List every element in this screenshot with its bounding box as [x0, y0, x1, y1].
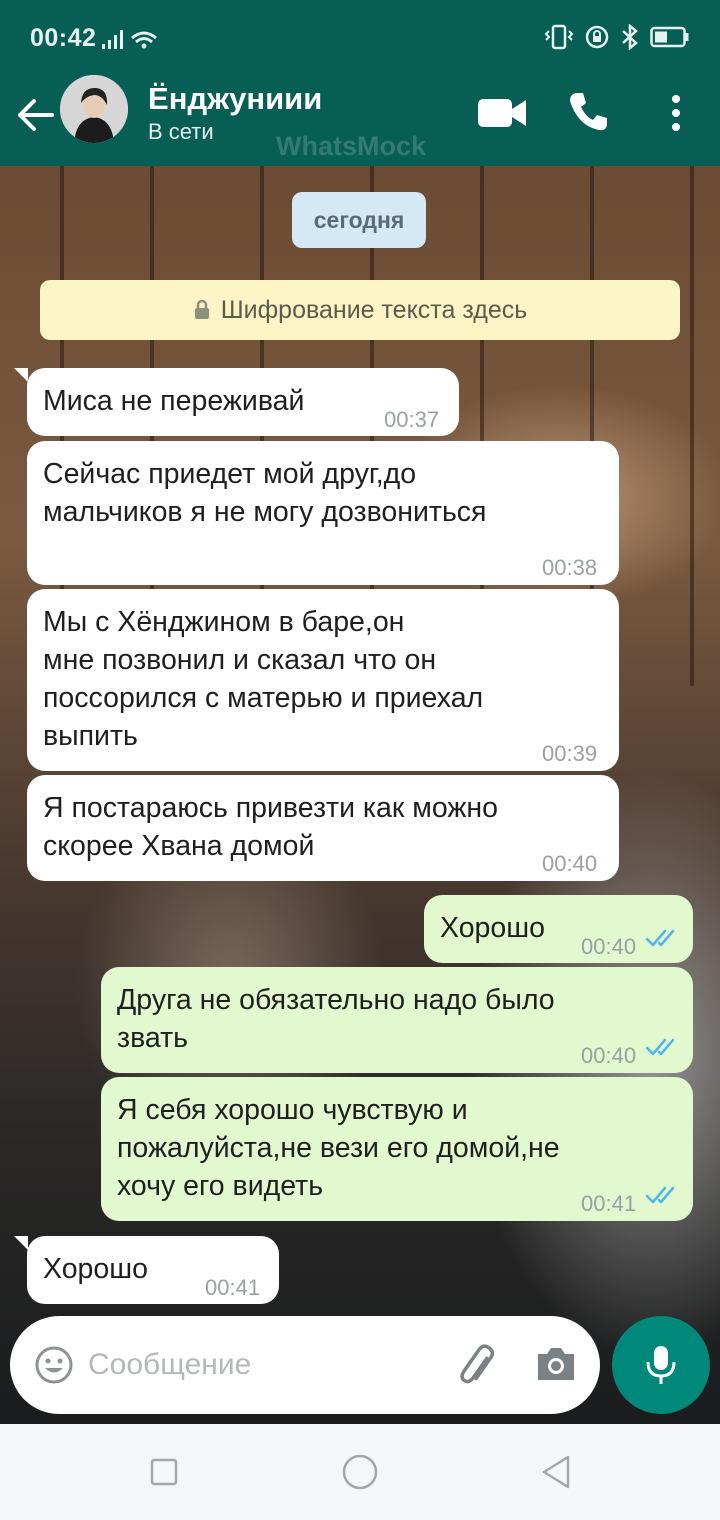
message-text: Друга не обязательно надо было звать	[117, 981, 555, 1057]
home-icon[interactable]	[342, 1454, 378, 1490]
contact-status: В сети	[148, 119, 214, 144]
read-receipt-icon	[645, 1038, 675, 1056]
status-bar: 00:42	[0, 0, 720, 75]
message-line: Мы с Хёнджином в баре,он	[43, 606, 405, 638]
video-call-icon[interactable]	[476, 93, 528, 133]
message-line: поссорился с матерью и приехал	[43, 682, 484, 714]
lock-icon	[194, 299, 209, 319]
camera-icon[interactable]	[534, 1344, 578, 1384]
message-line: Сейчас приедет мой друг,до	[43, 458, 417, 490]
message-time: 00:41	[205, 1275, 261, 1300]
message-line: звать	[117, 1022, 189, 1054]
message-bubble-incoming[interactable]: Мы с Хёнджином в баре,он мне позвонил и …	[27, 589, 619, 771]
mic-button[interactable]	[612, 1316, 710, 1414]
message-line: мальчиков я не могу дозвониться	[43, 496, 487, 528]
signal-icon	[102, 30, 157, 49]
message-time: 00:40	[581, 934, 637, 959]
message-text: Сейчас приедет мой друг,до мальчиков я н…	[43, 455, 487, 531]
bluetooth-icon	[622, 24, 638, 50]
message-time: 00:40	[542, 851, 598, 876]
message-text: Миса не переживай	[43, 382, 304, 420]
avatar[interactable]	[60, 75, 128, 143]
paperclip-icon[interactable]	[454, 1342, 502, 1390]
emoji-icon[interactable]	[34, 1345, 74, 1385]
message-line: Друга не обязательно надо было	[117, 984, 555, 1016]
message-line: Хорошо	[440, 912, 545, 944]
chat-header: Ёнджуниии В сети WhatsMock	[0, 75, 720, 166]
message-line: хочу его видеть	[117, 1170, 324, 1202]
message-bubble-outgoing[interactable]: Хорошо 00:40	[424, 895, 693, 963]
message-time: 00:41	[581, 1191, 637, 1216]
status-icons	[544, 24, 690, 50]
message-input[interactable]	[88, 1342, 418, 1388]
message-line: выпить	[43, 720, 138, 752]
wallpaper-detail	[690, 166, 694, 686]
read-receipt-icon	[645, 929, 675, 947]
message-bubble-incoming[interactable]: Я постараюсь привезти как можно скорее Х…	[27, 775, 619, 881]
message-bubble-incoming[interactable]: Хорошо 00:41	[27, 1236, 279, 1304]
nav-back-icon[interactable]	[540, 1454, 572, 1490]
message-line: мне позвонил и сказал что он	[43, 644, 437, 676]
message-line: скорее Хвана домой	[43, 830, 315, 862]
microphone-icon	[646, 1346, 676, 1384]
message-text: Хорошо	[43, 1250, 148, 1288]
battery-icon	[650, 26, 689, 48]
message-line: Я себя хорошо чувствую и	[117, 1094, 468, 1126]
message-time: 00:38	[542, 555, 598, 580]
date-chip: сегодня	[292, 192, 426, 248]
message-line: пожалуйста,не вези его домой,не	[117, 1132, 560, 1164]
message-composer	[10, 1316, 600, 1414]
avatar-photo	[60, 75, 128, 143]
contact-name[interactable]: Ёнджуниии	[148, 81, 322, 117]
message-text: Я себя хорошо чувствую и пожалуйста,не в…	[117, 1091, 560, 1205]
message-time: 00:39	[542, 741, 598, 766]
lock-rotation-icon	[585, 25, 609, 49]
bubble-tail	[14, 368, 28, 382]
vibrate-icon	[544, 24, 574, 50]
message-bubble-incoming[interactable]: Сейчас приедет мой друг,до мальчиков я н…	[27, 441, 619, 585]
watermark: WhatsMock	[276, 131, 427, 161]
message-time: 00:37	[384, 407, 440, 432]
message-line: Миса не переживай	[43, 385, 305, 417]
system-nav-bar	[0, 1424, 720, 1520]
encryption-notice-text: Шифрование текста здесь	[220, 295, 528, 324]
message-line: Я постараюсь привезти как можно	[43, 792, 499, 824]
message-text: Я постараюсь привезти как можно скорее Х…	[43, 789, 498, 865]
encryption-notice[interactable]: Шифрование текста здесь	[40, 280, 680, 340]
read-receipt-icon	[645, 1186, 675, 1204]
phone-icon[interactable]	[566, 89, 610, 133]
message-bubble-outgoing[interactable]: Друга не обязательно надо было звать 00:…	[101, 967, 693, 1073]
message-bubble-incoming[interactable]: Миса не переживай 00:37	[27, 368, 459, 436]
bubble-tail	[14, 1236, 28, 1250]
status-time: 00:42	[30, 24, 97, 52]
message-text: Хорошо	[440, 909, 545, 947]
message-bubble-outgoing[interactable]: Я себя хорошо чувствую и пожалуйста,не в…	[101, 1077, 693, 1221]
recent-apps-icon[interactable]	[150, 1458, 178, 1486]
message-time: 00:40	[581, 1043, 637, 1068]
more-options-icon[interactable]	[660, 91, 692, 135]
message-text: Мы с Хёнджином в баре,он мне позвонил и …	[43, 603, 483, 755]
back-arrow-icon[interactable]	[14, 93, 58, 137]
message-line: Хорошо	[43, 1253, 148, 1285]
